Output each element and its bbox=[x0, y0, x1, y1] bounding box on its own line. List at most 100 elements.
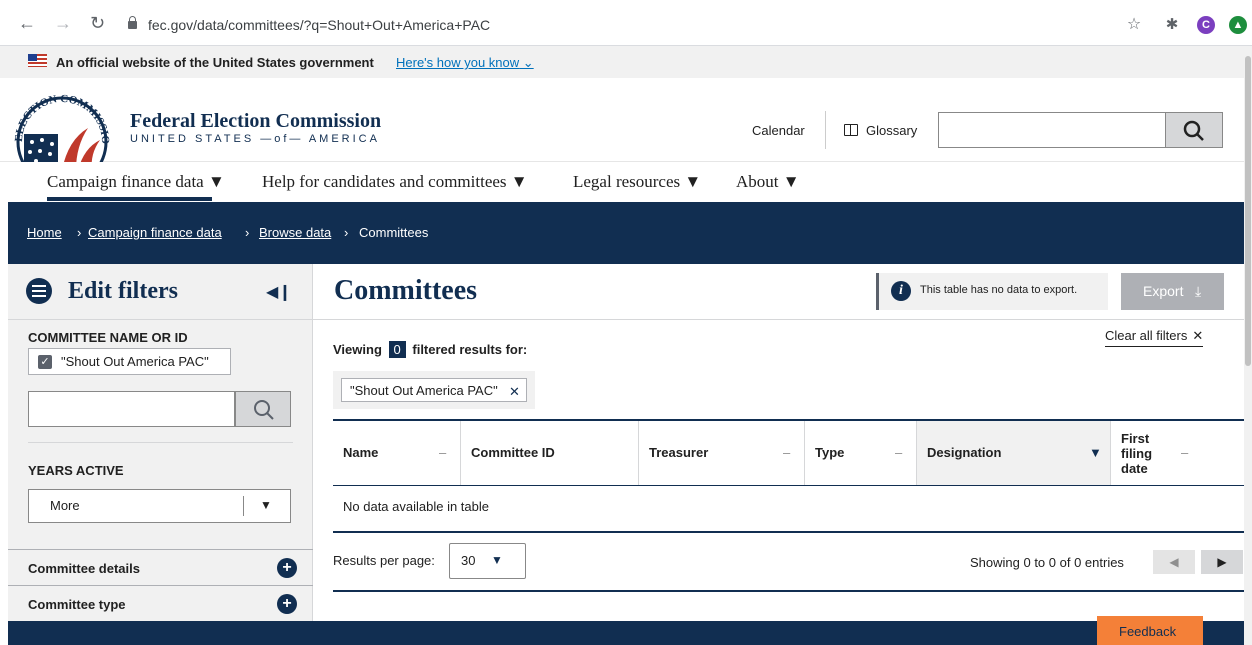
column-header-designation[interactable]: Designation ▼ bbox=[917, 421, 1111, 485]
nav-campaign-finance-data[interactable]: Campaign finance data ▼ bbox=[47, 172, 225, 192]
us-flag-icon bbox=[28, 54, 47, 67]
select-divider bbox=[243, 496, 244, 516]
site-search-input[interactable] bbox=[938, 112, 1166, 148]
plus-icon[interactable]: + bbox=[277, 558, 297, 578]
accordion-label: Committee type bbox=[28, 597, 126, 612]
breadcrumb-campaign-finance-data[interactable]: Campaign finance data bbox=[88, 225, 222, 240]
header-divider bbox=[825, 111, 826, 149]
nav-active-indicator bbox=[47, 197, 212, 201]
sort-descending-icon: ▼ bbox=[1089, 445, 1102, 460]
site-search-button[interactable] bbox=[1166, 112, 1223, 148]
feedback-button[interactable]: Feedback bbox=[1097, 616, 1203, 645]
footer bbox=[8, 621, 1252, 645]
column-header-first-filing-date[interactable]: First filing date – bbox=[1111, 421, 1244, 485]
column-label: Type bbox=[815, 445, 845, 460]
committee-name-input[interactable] bbox=[28, 391, 235, 427]
close-icon[interactable]: ✕ bbox=[509, 384, 520, 400]
column-header-committee-id[interactable]: Committee ID bbox=[461, 421, 639, 485]
breadcrumb-home[interactable]: Home bbox=[27, 225, 62, 240]
checkbox-checked-icon[interactable]: ✓ bbox=[38, 355, 52, 369]
empty-table-message: No data available in table bbox=[343, 499, 489, 514]
divider bbox=[28, 442, 293, 443]
filter-tag-label: "Shout Out America PAC" bbox=[350, 383, 498, 398]
forward-arrow-icon[interactable]: → bbox=[54, 14, 72, 32]
breadcrumb-separator: › bbox=[245, 225, 250, 240]
plus-icon[interactable]: + bbox=[277, 594, 297, 614]
gov-banner-link[interactable]: Here's how you know ⌄ bbox=[396, 55, 534, 71]
committee-name-checkbox[interactable]: ✓ "Shout Out America PAC" bbox=[28, 348, 231, 375]
scrollbar-thumb[interactable] bbox=[1245, 56, 1251, 366]
close-icon: ✕ bbox=[1192, 328, 1204, 343]
column-header-type[interactable]: Type – bbox=[805, 421, 917, 485]
sort-neutral-icon: – bbox=[1181, 445, 1189, 460]
results-per-page-select[interactable]: 30 ▼ bbox=[449, 543, 526, 579]
main-nav: Campaign finance data ▼ Help for candida… bbox=[0, 162, 1252, 202]
results-count-badge: 0 bbox=[388, 341, 406, 358]
column-label: Designation bbox=[927, 445, 1002, 460]
column-header-name[interactable]: Name – bbox=[333, 421, 461, 485]
gov-banner: An official website of the United States… bbox=[0, 46, 1252, 78]
caret-down-icon: ▼ bbox=[260, 498, 272, 512]
page-title: Committees bbox=[334, 275, 478, 306]
viewing-suffix: filtered results for: bbox=[412, 342, 528, 357]
table-rule bbox=[333, 485, 1244, 486]
accordion-committee-details[interactable]: Committee details + bbox=[8, 550, 313, 586]
site-title[interactable]: Federal Election Commission bbox=[130, 110, 381, 133]
accordion-committee-type[interactable]: Committee type + bbox=[8, 586, 313, 622]
breadcrumb-separator: › bbox=[344, 225, 349, 240]
export-button[interactable]: Export ⤓ bbox=[1121, 273, 1224, 310]
puzzle-icon[interactable]: ✱ bbox=[1163, 16, 1181, 34]
nav-about[interactable]: About ▼ bbox=[736, 172, 800, 192]
sort-neutral-icon: – bbox=[439, 445, 447, 460]
filter-sliders-icon bbox=[26, 278, 52, 304]
search-icon bbox=[1183, 120, 1204, 141]
site-header: ELECTION COMMISSION Federal Election Com… bbox=[0, 78, 1252, 170]
table-rule bbox=[333, 531, 1244, 533]
nav-legal-resources[interactable]: Legal resources ▼ bbox=[573, 172, 701, 192]
committee-name-label: COMMITTEE NAME OR ID bbox=[28, 330, 188, 345]
book-icon bbox=[844, 124, 858, 136]
years-active-value: More bbox=[50, 498, 80, 513]
filter-tag[interactable]: "Shout Out America PAC" ✕ bbox=[341, 378, 527, 402]
address-bar[interactable]: fec.gov/data/committees/?q=Shout+Out+Ame… bbox=[148, 17, 490, 33]
site-subtitle: UNITED STATES —of— AMERICA bbox=[130, 133, 380, 145]
sort-neutral-icon: – bbox=[783, 445, 791, 460]
export-button-label: Export bbox=[1143, 283, 1184, 299]
clear-all-filters-button[interactable]: Clear all filters ✕ bbox=[1105, 328, 1204, 347]
fec-seal-logo[interactable]: ELECTION COMMISSION bbox=[10, 94, 114, 170]
column-label: Name bbox=[343, 445, 379, 460]
next-page-button[interactable]: ▶ bbox=[1201, 550, 1243, 574]
previous-page-button[interactable]: ◀ bbox=[1153, 550, 1195, 574]
results-per-page-value: 30 bbox=[461, 553, 476, 568]
breadcrumb: Home › Campaign finance data › Browse da… bbox=[8, 202, 1252, 264]
calendar-link[interactable]: Calendar bbox=[752, 123, 805, 138]
gov-banner-text: An official website of the United States… bbox=[56, 55, 374, 70]
sort-neutral-icon: – bbox=[895, 445, 903, 460]
breadcrumb-committees: Committees bbox=[359, 225, 429, 240]
edit-filters-title: Edit filters bbox=[68, 278, 178, 304]
nav-help-candidates[interactable]: Help for candidates and committees ▼ bbox=[262, 172, 528, 192]
clear-all-filters-label: Clear all filters bbox=[1105, 328, 1188, 343]
active-filter-tags: "Shout Out America PAC" ✕ bbox=[333, 371, 535, 409]
committee-name-search-button[interactable] bbox=[235, 391, 291, 427]
triangle-right-icon: ▶ bbox=[1217, 555, 1227, 569]
extension-icon[interactable]: ▲ bbox=[1229, 16, 1247, 34]
viewing-prefix: Viewing bbox=[333, 342, 382, 357]
info-icon: i bbox=[891, 281, 911, 301]
download-icon: ⤓ bbox=[1195, 283, 1202, 299]
gov-banner-link-label[interactable]: Here's how you know bbox=[396, 55, 519, 70]
reload-icon[interactable]: ↻ bbox=[90, 14, 105, 32]
table-rule bbox=[333, 590, 1244, 592]
browser-toolbar: ← → ↻ fec.gov/data/committees/?q=Shout+O… bbox=[0, 0, 1252, 46]
column-header-treasurer[interactable]: Treasurer – bbox=[639, 421, 805, 485]
page-scrollbar[interactable] bbox=[1244, 46, 1252, 645]
glossary-link[interactable]: Glossary bbox=[866, 123, 917, 138]
breadcrumb-browse-data[interactable]: Browse data bbox=[259, 225, 331, 240]
chevron-down-icon: ⌄ bbox=[519, 55, 534, 70]
back-arrow-icon[interactable]: ← bbox=[18, 14, 36, 32]
pagination-summary: Showing 0 to 0 of 0 entries bbox=[970, 555, 1124, 570]
years-active-select[interactable]: More ▼ bbox=[28, 489, 291, 523]
star-icon[interactable]: ☆ bbox=[1125, 16, 1143, 34]
collapse-sidebar-icon[interactable]: ◀❙ bbox=[266, 282, 292, 302]
profile-avatar[interactable]: C bbox=[1197, 16, 1215, 34]
